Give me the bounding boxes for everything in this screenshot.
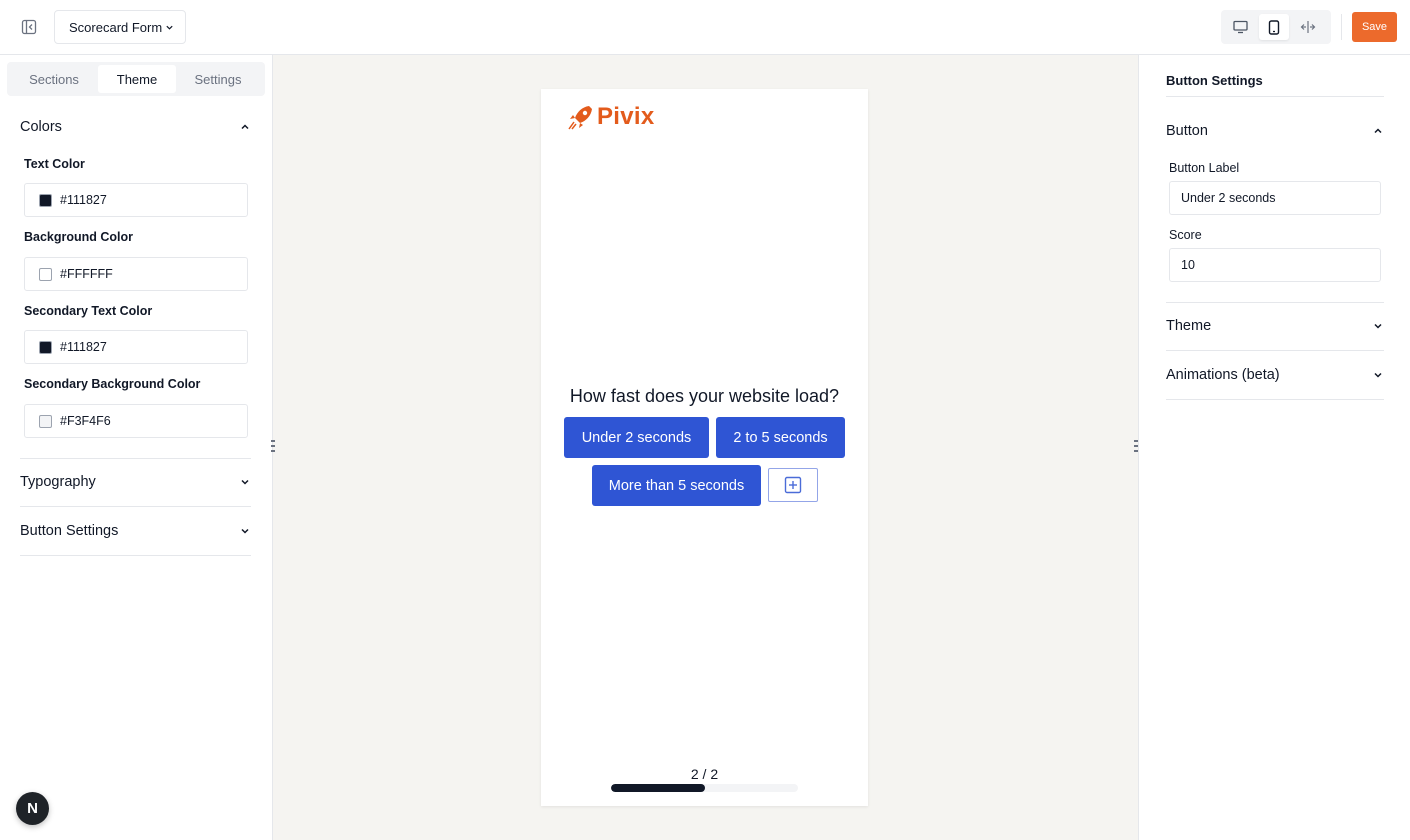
typography-section-title: Typography (20, 474, 96, 490)
left-panel: Sections Theme Settings Colors Text Colo… (0, 55, 273, 840)
typography-accordion-header[interactable]: Typography (20, 467, 251, 497)
chevron-down-icon (165, 23, 174, 32)
theme-accordion-header[interactable]: Theme (1166, 311, 1384, 341)
mobile-view-button[interactable] (1259, 14, 1289, 40)
section-divider (20, 555, 251, 556)
right-panel: Button Settings Button Button Label Unde… (1138, 55, 1410, 840)
sidebar-collapse-icon (21, 19, 37, 35)
desktop-view-button[interactable] (1225, 14, 1255, 40)
right-panel-title: Button Settings (1166, 73, 1263, 88)
choice-button[interactable]: More than 5 seconds (592, 465, 761, 506)
animations-accordion-header[interactable]: Animations (beta) (1166, 360, 1384, 390)
progress-counter: 2 / 2 (690, 766, 719, 782)
secondary-background-color-field[interactable]: #F3F4F6 (24, 404, 248, 438)
background-color-field[interactable]: #FFFFFF (24, 257, 248, 291)
form-selector[interactable]: Scorecard Form (54, 10, 186, 44)
plus-square-icon (784, 476, 802, 494)
button-label-label: Button Label (1169, 161, 1240, 175)
section-divider (1166, 350, 1384, 351)
color-swatch[interactable] (39, 340, 52, 354)
secondary-text-color-field[interactable]: #111827 (24, 330, 248, 364)
text-color-label: Text Color (24, 157, 85, 171)
secondary-text-color-label: Secondary Text Color (24, 304, 153, 318)
chevron-down-icon (241, 479, 249, 485)
background-color-label: Background Color (24, 230, 134, 244)
top-bar: Scorecard Form Save (0, 0, 1410, 55)
choice-button[interactable]: Under 2 seconds (564, 417, 709, 458)
score-label: Score (1169, 228, 1202, 242)
chevron-down-icon (1374, 323, 1382, 329)
colors-section-title: Colors (20, 119, 62, 135)
toolbar-divider (1341, 14, 1342, 40)
save-button[interactable]: Save (1352, 12, 1397, 42)
colors-accordion-header[interactable]: Colors (20, 112, 251, 142)
desktop-icon (1232, 20, 1248, 34)
secondary-background-color-value: #F3F4F6 (60, 414, 111, 428)
mobile-icon (1268, 19, 1280, 35)
brand-logo: Pivix (567, 101, 655, 133)
button-label-input[interactable]: Under 2 seconds (1169, 181, 1381, 215)
chevron-down-icon (241, 528, 249, 534)
form-name: Scorecard Form (69, 19, 163, 35)
split-view-button[interactable] (1293, 14, 1323, 40)
section-divider (20, 506, 251, 507)
button-section-title: Button (1166, 123, 1208, 139)
background-color-value: #FFFFFF (60, 267, 113, 281)
button-settings-accordion-header[interactable]: Button Settings (20, 516, 251, 546)
theme-section-title: Theme (1166, 318, 1212, 334)
button-accordion-header[interactable]: Button (1166, 116, 1384, 146)
tab-settings[interactable]: Settings (176, 65, 260, 93)
left-resize-handle[interactable] (271, 440, 275, 452)
question-text: How fast does your website load? (569, 386, 840, 406)
device-toggle-group (1221, 10, 1331, 44)
animations-section-title: Animations (beta) (1166, 367, 1280, 383)
color-swatch[interactable] (39, 414, 52, 428)
section-divider (1166, 96, 1384, 97)
color-swatch[interactable] (39, 267, 52, 281)
choice-button[interactable]: 2 to 5 seconds (716, 417, 845, 458)
secondary-text-color-value: #111827 (60, 340, 107, 354)
score-input[interactable]: 10 (1169, 248, 1381, 282)
section-divider (1166, 399, 1384, 400)
text-color-field[interactable]: #111827 (24, 183, 248, 217)
tab-theme[interactable]: Theme (98, 65, 176, 93)
brand-name: Pivix (597, 103, 655, 130)
color-swatch[interactable] (39, 193, 52, 207)
tab-sections[interactable]: Sections (10, 65, 98, 93)
progress-bar-fill (611, 784, 705, 792)
rocket-icon (568, 106, 592, 130)
text-color-value: #111827 (60, 193, 107, 207)
section-divider (1166, 302, 1384, 303)
progress-bar (611, 784, 798, 792)
chevron-down-icon (1374, 372, 1382, 378)
mobile-preview-frame: Pivix How fast does your website load? U… (541, 89, 868, 806)
add-choice-button[interactable] (768, 468, 818, 502)
split-view-icon (1300, 21, 1316, 33)
chevron-up-icon (1374, 128, 1382, 134)
collapse-sidebar-button[interactable] (14, 12, 44, 42)
section-divider (20, 458, 251, 459)
panel-tabs: Sections Theme Settings (7, 62, 265, 96)
user-avatar[interactable]: N (16, 792, 49, 825)
secondary-background-color-label: Secondary Background Color (24, 377, 201, 391)
button-settings-section-title: Button Settings (20, 523, 119, 539)
chevron-up-icon (241, 124, 249, 130)
